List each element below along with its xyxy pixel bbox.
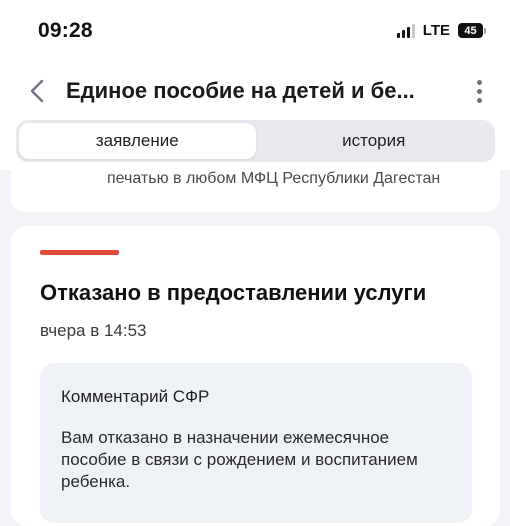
status-title: Отказано в предоставлении услуги — [40, 280, 427, 305]
tab-application[interactable]: заявление — [19, 123, 256, 159]
status-card: Отказано в предоставлении услуги вчера в… — [11, 226, 500, 526]
chevron-left-icon — [30, 79, 44, 103]
comment-text: Вам отказано в назначении ежемесячное по… — [61, 428, 418, 491]
network-type: LTE — [422, 22, 450, 39]
tabs-container: заявление история — [0, 112, 510, 170]
signal-icon — [396, 23, 415, 38]
battery-level: 45 — [458, 23, 483, 38]
segmented-tabs: заявление история — [16, 120, 495, 162]
vertical-dots-icon — [476, 79, 482, 85]
comment-box: Комментарий СФР Вам отказано в назначени… — [40, 363, 472, 523]
status-indicators: LTE 45 — [396, 22, 486, 39]
back-button[interactable] — [22, 76, 52, 106]
previous-card-text: печатью в любом МФЦ Республики Дагестан — [107, 170, 441, 187]
tab-history[interactable]: история — [256, 123, 493, 159]
comment-title: Комментарий СФР — [61, 387, 210, 406]
status-time: 09:28 — [38, 19, 93, 42]
more-options-button[interactable] — [468, 76, 490, 106]
status-accent-bar — [40, 250, 119, 255]
page-title: Единое пособие на детей и бе... — [66, 78, 415, 103]
status-bar: 09:28 LTE 45 — [0, 0, 510, 64]
status-date: вчера в 14:53 — [40, 321, 147, 340]
battery-icon: 45 — [458, 23, 486, 38]
